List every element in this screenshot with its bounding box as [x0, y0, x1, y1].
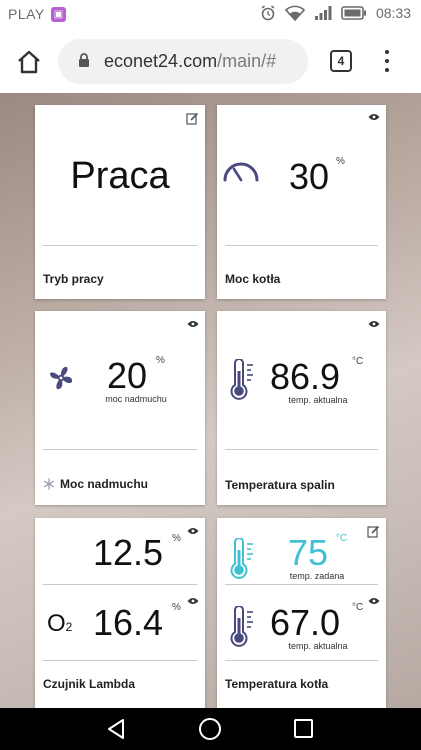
- thermometer-actual-icon: [230, 606, 253, 647]
- eye-icon[interactable]: [187, 597, 199, 605]
- edit-icon[interactable]: [186, 112, 199, 125]
- edit-icon[interactable]: [367, 525, 380, 538]
- gauge-icon: [223, 162, 259, 182]
- lambda-value-2: 16.4: [93, 602, 164, 643]
- temperatura-zadana-unit: °C: [336, 533, 348, 544]
- tile-moc-nadmuchu[interactable]: 20 % moc nadmuchu Moc nadmuchu: [35, 311, 205, 505]
- thermometer-icon: [230, 359, 253, 400]
- lambda-unit-1: %: [172, 533, 181, 544]
- tile-title: Czujnik Lambda: [43, 677, 136, 691]
- tile-temperatura-kotla[interactable]: 75 °C temp. zadana 67.0 °C temp. aktualn…: [217, 518, 386, 708]
- eye-icon[interactable]: [368, 113, 380, 121]
- tile-title: Temperatura kotła: [225, 677, 329, 691]
- temperatura-aktualna-subtitle: temp. aktualna: [288, 641, 348, 651]
- carrier-label: PLAY: [8, 6, 45, 22]
- tile-tryb-pracy[interactable]: Praca Tryb pracy: [35, 105, 205, 299]
- lock-icon: [79, 53, 89, 67]
- divider: [43, 660, 197, 661]
- eye-icon[interactable]: [368, 597, 380, 605]
- dashboard: Praca Tryb pracy 30 % Moc kotła 20 % moc…: [0, 93, 421, 708]
- divider: [225, 660, 378, 661]
- temperatura-spalin-subtitle: temp. aktualna: [288, 395, 348, 405]
- o2-subscript: 2: [65, 620, 73, 634]
- divider: [225, 449, 378, 450]
- tile-temperatura-spalin[interactable]: 86.9 °C temp. aktualna Temperatura spali…: [217, 311, 386, 505]
- moc-kotla-value: 30: [289, 156, 330, 197]
- url-path: /main/#: [217, 51, 277, 71]
- temperatura-aktualna-value: 67.0: [270, 602, 341, 643]
- o2-symbol: O: [47, 610, 66, 637]
- address-bar[interactable]: econet24.com/main/#: [58, 39, 308, 84]
- eye-icon[interactable]: [368, 320, 380, 328]
- home-icon[interactable]: [16, 49, 42, 75]
- tile-title: Moc nadmuchu: [60, 477, 149, 491]
- temperatura-spalin-value: 86.9: [270, 356, 341, 397]
- moc-nadmuchu-unit: %: [156, 355, 165, 366]
- lambda-value-1: 12.5: [93, 532, 164, 573]
- thermometer-set-icon: [230, 538, 253, 579]
- alarm-icon: [261, 5, 275, 21]
- recent-apps-icon[interactable]: [294, 719, 313, 738]
- moc-nadmuchu-value: 20: [107, 355, 148, 396]
- url-text: econet24.com/main/#: [104, 51, 276, 72]
- signal-icon: [314, 6, 332, 20]
- url-host: econet24.com: [104, 51, 218, 71]
- moc-nadmuchu-subtitle: moc nadmuchu: [105, 394, 167, 404]
- moc-kotla-unit: %: [336, 156, 345, 167]
- eye-icon[interactable]: [187, 320, 199, 328]
- temperatura-zadana-subtitle: temp. zadana: [289, 571, 345, 581]
- system-navigation-bar: [0, 708, 421, 750]
- tile-title: Moc kotła: [225, 272, 281, 286]
- status-icons: 08:33: [260, 5, 411, 21]
- eye-icon[interactable]: [187, 527, 199, 535]
- divider: [43, 584, 197, 585]
- tryb-pracy-value: Praca: [70, 155, 170, 197]
- status-bar: PLAY ▣ 08:33: [0, 0, 421, 30]
- temperatura-zadana-value: 75: [288, 532, 329, 573]
- clock: 08:33: [375, 5, 411, 21]
- divider: [225, 245, 378, 246]
- battery-icon: [341, 6, 366, 20]
- back-icon[interactable]: [106, 718, 126, 740]
- app-notification-icon: ▣: [51, 7, 66, 22]
- home-nav-icon[interactable]: [199, 718, 221, 740]
- temperatura-aktualna-unit: °C: [352, 602, 364, 613]
- divider: [43, 449, 197, 450]
- divider: [225, 584, 378, 585]
- tile-title: Temperatura spalin: [225, 478, 335, 492]
- tile-title-row: Moc nadmuchu: [43, 477, 148, 491]
- fan-icon: [50, 366, 73, 390]
- browser-toolbar: econet24.com/main/# 4: [0, 30, 421, 93]
- tile-title: Tryb pracy: [43, 272, 104, 286]
- lambda-unit-2: %: [172, 602, 181, 613]
- tile-moc-kotla[interactable]: 30 % Moc kotła: [217, 105, 386, 299]
- temperatura-spalin-unit: °C: [352, 356, 364, 367]
- tab-switcher-button[interactable]: 4: [330, 50, 352, 72]
- o2-label: O2: [47, 612, 72, 636]
- wifi-icon: [284, 5, 305, 21]
- divider: [43, 245, 197, 246]
- overflow-menu-icon[interactable]: [380, 48, 394, 74]
- tile-czujnik-lambda[interactable]: 12.5 % O2 16.4 % Czujnik Lambda: [35, 518, 205, 708]
- snowflake-icon: [43, 478, 55, 490]
